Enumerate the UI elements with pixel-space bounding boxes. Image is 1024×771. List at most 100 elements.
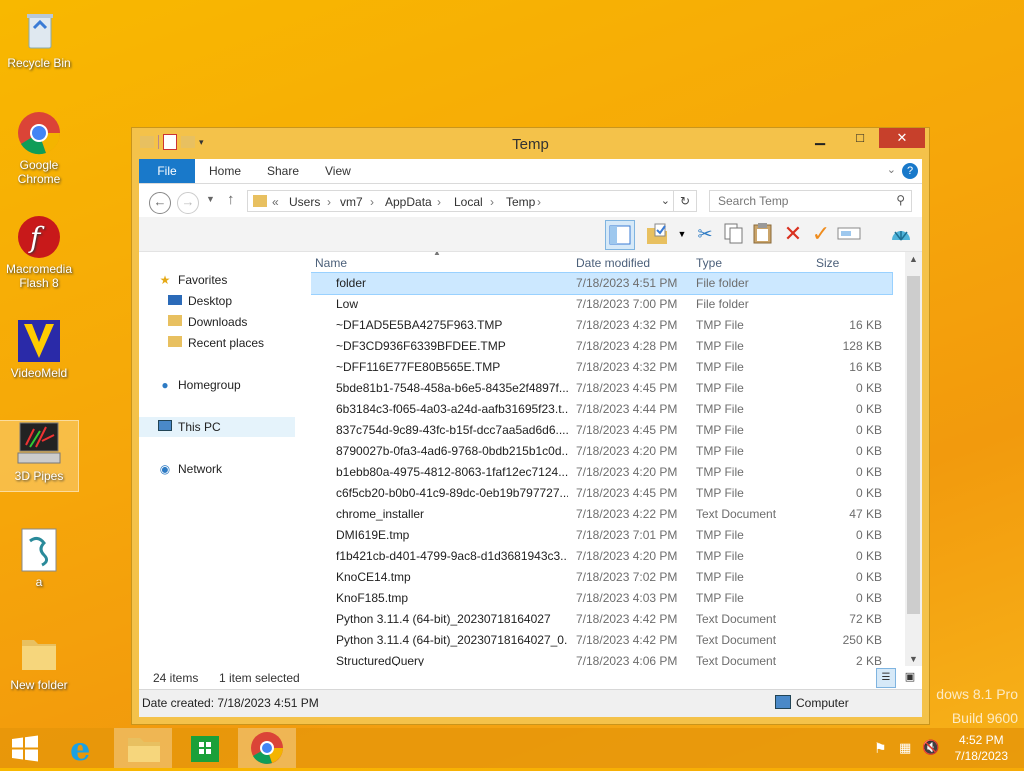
- title-bar[interactable]: ▾ Temp ▁ □ ✕: [132, 128, 929, 159]
- paste-icon[interactable]: [751, 222, 775, 246]
- file-type: TMP File: [696, 339, 744, 353]
- file-row[interactable]: ~DF1AD5E5BA4275F963.TMP 7/18/2023 4:32 PM…: [311, 315, 892, 336]
- forward-button[interactable]: →: [177, 192, 199, 214]
- clock[interactable]: 4:52 PM 7/18/2023: [955, 732, 1008, 764]
- close-button[interactable]: ✕: [879, 128, 925, 148]
- start-button[interactable]: [0, 728, 58, 768]
- copy-icon[interactable]: [721, 222, 745, 246]
- file-size: 0 KB: [855, 381, 882, 395]
- taskbar-internet-explorer[interactable]: e: [56, 728, 114, 768]
- column-name[interactable]: Name: [315, 256, 347, 270]
- breadcrumb-local[interactable]: Local: [454, 195, 483, 209]
- search-input[interactable]: Search Temp ⚲: [709, 190, 912, 212]
- breadcrumb-separator[interactable]: ›: [537, 195, 541, 209]
- file-row[interactable]: Low 7/18/2023 7:00 PM File folder: [311, 294, 892, 315]
- refresh-icon[interactable]: ↻: [673, 191, 696, 211]
- recent-locations-icon[interactable]: ▼: [206, 194, 215, 204]
- nav-network[interactable]: ◉ Network: [157, 459, 222, 479]
- tab-home[interactable]: Home: [209, 159, 241, 183]
- network-tray-icon[interactable]: ▦: [899, 740, 911, 756]
- expand-ribbon-icon[interactable]: ⌄: [887, 163, 896, 176]
- breadcrumb-vm7[interactable]: vm7: [340, 195, 363, 209]
- desktop-icon-a[interactable]: a: [0, 527, 78, 589]
- file-row[interactable]: ~DFF116E77FE80B565E.TMP 7/18/2023 4:32 PM…: [311, 357, 892, 378]
- file-row[interactable]: 5bde81b1-7548-458a-b6e5-8435e2f4897f....…: [311, 378, 892, 399]
- desktop-icon-new-folder[interactable]: New folder: [0, 630, 78, 692]
- file-date-modified: 7/18/2023 7:01 PM: [576, 528, 678, 542]
- desktop-icon-3d-pipes[interactable]: 3D Pipes: [0, 420, 79, 492]
- scrollbar-thumb[interactable]: [907, 276, 920, 614]
- file-row[interactable]: chrome_installer 7/18/2023 4:22 PM Text Do…: [311, 504, 892, 525]
- file-row[interactable]: DMI619E.tmp 7/18/2023 7:01 PM TMP File 0 KB: [311, 525, 892, 546]
- file-row[interactable]: f1b421cb-d401-4799-9ac8-d1d3681943c3... 7…: [311, 546, 892, 567]
- breadcrumb-separator[interactable]: ›: [437, 195, 441, 209]
- address-bar[interactable]: « Users › vm7 › AppData › Local › Temp ›…: [247, 190, 697, 212]
- vertical-scrollbar[interactable]: ▲ ▼: [905, 252, 922, 666]
- navigation-pane: ★ Favorites Desktop Downloads Recent plac…: [139, 252, 297, 689]
- breadcrumb-overflow[interactable]: «: [272, 195, 279, 209]
- taskbar-chrome[interactable]: [238, 728, 296, 768]
- desktop-icon-label: 3D Pipes: [14, 469, 64, 483]
- file-row[interactable]: 837c754d-9c89-43fc-b15f-dcc7aa5ad6d6....…: [311, 420, 892, 441]
- desktop-icon-chrome[interactable]: Google Chrome: [0, 110, 78, 186]
- column-date-modified[interactable]: Date modified: [576, 256, 650, 270]
- help-icon[interactable]: ?: [902, 163, 918, 179]
- file-explorer-icon: [128, 738, 160, 762]
- tab-file[interactable]: File: [139, 159, 195, 183]
- up-button[interactable]: ↑: [227, 191, 235, 208]
- nav-homegroup[interactable]: ● Homegroup: [157, 375, 240, 395]
- details-view-icon[interactable]: ☰: [876, 668, 896, 688]
- minimize-button[interactable]: ▁: [803, 128, 837, 148]
- check-icon[interactable]: ✓: [809, 222, 833, 246]
- chevron-down-icon[interactable]: ▼: [670, 222, 694, 246]
- column-size[interactable]: Size: [816, 256, 839, 270]
- file-row[interactable]: KnoF185.tmp 7/18/2023 4:03 PM TMP File 0 KB: [311, 588, 892, 609]
- rename-icon[interactable]: [837, 222, 861, 246]
- nav-this-pc[interactable]: This PC: [139, 417, 295, 437]
- nav-label: Favorites: [178, 273, 228, 287]
- desktop-icon-recycle-bin[interactable]: Recycle Bin: [0, 8, 78, 70]
- breadcrumb-users[interactable]: Users: [289, 195, 320, 209]
- file-type: TMP File: [696, 528, 744, 542]
- file-row[interactable]: Python 3.11.4 (64-bit)_20230718164027_0.…: [311, 630, 892, 651]
- back-button[interactable]: ←: [149, 192, 171, 214]
- nav-recent-places[interactable]: Recent places: [167, 333, 264, 353]
- nav-downloads[interactable]: Downloads: [167, 312, 247, 332]
- preview-pane-icon[interactable]: [605, 220, 635, 250]
- properties-icon[interactable]: [645, 222, 669, 246]
- file-row[interactable]: StructuredQuery 7/18/2023 4:06 PM Text Doc…: [311, 651, 892, 666]
- breadcrumb-separator[interactable]: ›: [327, 195, 331, 209]
- file-row[interactable]: folder 7/18/2023 4:51 PM File folder: [311, 272, 893, 295]
- volume-muted-icon[interactable]: 🔇: [922, 739, 939, 756]
- maximize-button[interactable]: □: [843, 128, 877, 148]
- nav-desktop[interactable]: Desktop: [167, 291, 232, 311]
- tab-share[interactable]: Share: [267, 159, 299, 183]
- shell-icon[interactable]: [889, 222, 913, 246]
- cut-icon[interactable]: ✂: [693, 222, 717, 246]
- breadcrumb-separator[interactable]: ›: [370, 195, 374, 209]
- breadcrumb-appdata[interactable]: AppData: [385, 195, 432, 209]
- file-row[interactable]: b1ebb80a-4975-4812-8063-1faf12ec7124....…: [311, 462, 892, 483]
- breadcrumb-temp[interactable]: Temp: [506, 195, 535, 209]
- taskbar-file-explorer[interactable]: [114, 728, 172, 768]
- file-row[interactable]: KnoCE14.tmp 7/18/2023 7:02 PM TMP File 0 KB: [311, 567, 892, 588]
- breadcrumb-separator[interactable]: ›: [490, 195, 494, 209]
- file-row[interactable]: 8790027b-0fa3-4ad6-9768-0bdb215b1c0d... 7…: [311, 441, 892, 462]
- scroll-up-icon[interactable]: ▲: [909, 254, 918, 264]
- file-row[interactable]: 6b3184c3-f065-4a03-a24d-aafb31695f23.t..…: [311, 399, 892, 420]
- column-type[interactable]: Type: [696, 256, 722, 270]
- column-headers: Name Date modified Type Size ▲: [311, 252, 914, 272]
- large-icons-view-icon[interactable]: ▣: [902, 669, 918, 685]
- action-center-flag-icon[interactable]: ⚑: [874, 740, 887, 757]
- file-row[interactable]: c6f5cb20-b0b0-41c9-89dc-0eb19b797727... 7…: [311, 483, 892, 504]
- nav-favorites[interactable]: ★ Favorites: [157, 270, 228, 290]
- file-row[interactable]: ~DF3CD936F6339BFDEE.TMP 7/18/2023 4:28 PM…: [311, 336, 892, 357]
- taskbar-store[interactable]: [176, 728, 234, 768]
- desktop-icon-flash[interactable]: f Macromedia Flash 8: [0, 214, 78, 290]
- address-dropdown-icon[interactable]: ⌄: [661, 194, 670, 207]
- desktop-icon-videomeld[interactable]: VideoMeld: [0, 318, 78, 380]
- scroll-down-icon[interactable]: ▼: [909, 654, 918, 664]
- delete-icon[interactable]: ✕: [781, 222, 805, 246]
- file-row[interactable]: Python 3.11.4 (64-bit)_20230718164027 7/1…: [311, 609, 892, 630]
- tab-view[interactable]: View: [325, 159, 351, 183]
